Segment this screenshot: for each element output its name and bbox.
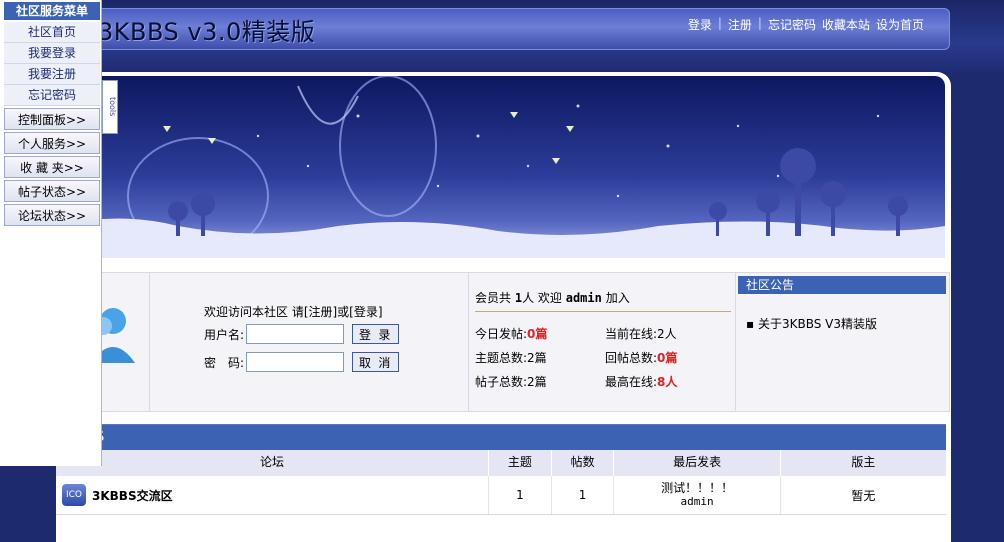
nav-bookmark-link[interactable]: 收藏本站 [822, 16, 870, 33]
online-value: 2人 [657, 327, 677, 341]
last-post-user-link[interactable]: admin [681, 495, 714, 509]
notice-item-label: 关于3KBBS V3精装版 [757, 317, 877, 331]
forum-name-cell: ICO 3KBBS交流区 [56, 476, 490, 514]
nav-separator: | [757, 16, 762, 30]
site-title: 3KBBS v3.0精装版 [98, 18, 316, 46]
forum-section-header: S [56, 424, 946, 451]
posts-label: 帖子总数: [475, 375, 528, 389]
nav-login-link[interactable]: 登录 [688, 16, 712, 33]
username-label: 用户名: [204, 327, 245, 342]
replies-value: 0篇 [657, 351, 678, 365]
stats-panel: 会员共 1人 欢迎 admin 加入 今日发帖:0篇 当前在线:2人 主题总数:… [469, 273, 736, 411]
topics-stat: 主题总数:2篇 [475, 349, 547, 366]
today-posts-label: 今日发帖: [475, 327, 528, 341]
members-prefix: 会员共 [475, 291, 512, 305]
replies-label: 回帖总数: [605, 351, 658, 365]
notice-panel: 社区公告 ▪ 关于3KBBS V3精装版 [736, 273, 948, 411]
newest-member[interactable]: admin [566, 291, 602, 305]
nav-forgot-password-link[interactable]: 忘记密码 [768, 16, 816, 33]
nav-separator: | [717, 16, 722, 30]
column-posts: 帖数 [552, 450, 615, 476]
nav-register-link[interactable]: 注册 [728, 16, 752, 33]
forum-name-link[interactable]: 3KBBS交流区 [92, 487, 173, 504]
menu-section-personal-services[interactable]: 个人服务>> [4, 132, 100, 154]
today-posts-value: 0篇 [527, 327, 548, 341]
members-summary: 会员共 1人 欢迎 admin 加入 [475, 289, 630, 306]
topics-label: 主题总数: [475, 351, 528, 365]
column-forum: 论坛 [56, 450, 490, 476]
column-last-post: 最后发表 [614, 450, 781, 476]
max-online-label: 最高在线: [605, 375, 658, 389]
username-row: 用户名: 登 录 [204, 324, 400, 344]
members-mid: 人 欢迎 [522, 291, 562, 305]
login-button[interactable]: 登 录 [352, 324, 400, 344]
last-post-cell: 测试！！！！ admin [614, 476, 781, 514]
forum-table-header: 论坛 主题 帖数 最后发表 版主 [56, 450, 946, 477]
side-service-menu: 社区服务菜单 社区首页 我要登录 我要注册 忘记密码 控制面板>> 个人服务>>… [0, 0, 102, 466]
notice-title: 社区公告 [738, 276, 946, 294]
top-nav: 登录 | 注册 | 忘记密码 收藏本站 设为首页 [688, 16, 924, 33]
info-bar: 欢迎访问本社区 请[注册]或[登录] 用户名: 登 录 密 码: 取 消 会员共… [56, 272, 950, 412]
column-moderator: 版主 [851, 455, 876, 469]
login-panel: 欢迎访问本社区 请[注册]或[登录] 用户名: 登 录 密 码: 取 消 [150, 273, 469, 411]
column-topics: 主题 [489, 450, 552, 476]
banner-image [58, 76, 945, 258]
banner-artwork [58, 76, 945, 258]
last-post-title-link[interactable]: 测试！！！！ [661, 481, 733, 495]
topics-value: 2篇 [527, 351, 547, 365]
online-stat: 当前在线:2人 [605, 325, 677, 342]
cancel-button[interactable]: 取 消 [352, 352, 400, 372]
menu-section-control-panel[interactable]: 控制面板>> [4, 108, 100, 130]
menu-section-forum-status[interactable]: 论坛状态>> [4, 204, 100, 226]
max-online-stat: 最高在线:8人 [605, 373, 677, 390]
online-label: 当前在线: [605, 327, 658, 341]
posts-value: 2篇 [527, 375, 547, 389]
posts-cell: 1 [552, 476, 615, 514]
stats-divider [475, 311, 731, 312]
menu-section-favorites[interactable]: 收 藏 夹>> [4, 156, 100, 178]
members-count: 1 [514, 291, 523, 305]
replies-stat: 回帖总数:0篇 [605, 349, 677, 366]
nav-set-homepage-link[interactable]: 设为首页 [876, 16, 924, 33]
menu-link-register[interactable]: 我要注册 [4, 64, 100, 85]
notice-item[interactable]: ▪ 关于3KBBS V3精装版 [746, 315, 877, 332]
menu-link-login[interactable]: 我要登录 [4, 43, 100, 64]
password-input[interactable] [246, 352, 344, 372]
members-suffix: 加入 [605, 291, 630, 305]
today-posts-stat: 今日发帖:0篇 [475, 325, 547, 342]
username-input[interactable] [246, 324, 344, 344]
password-label: 密 码: [204, 355, 245, 370]
welcome-text: 欢迎访问本社区 请[注册]或[登录] [204, 305, 383, 319]
password-row: 密 码: 取 消 [204, 352, 400, 372]
tools-tab[interactable]: tools [102, 80, 118, 134]
max-online-value: 8人 [657, 375, 678, 389]
top-header: 3KBBS v3.0精装版 登录 | 注册 | 忘记密码 收藏本站 设为首页 [0, 0, 1004, 72]
menu-link-forgot-password[interactable]: 忘记密码 [4, 85, 100, 106]
side-menu-title: 社区服务菜单 [4, 2, 100, 20]
menu-section-post-status[interactable]: 帖子状态>> [4, 180, 100, 202]
table-row: ICO 3KBBS交流区 1 1 测试！！！！ admin 暂无 [56, 476, 946, 515]
menu-link-home[interactable]: 社区首页 [4, 22, 100, 43]
moderator-cell: 暂无 [851, 488, 876, 503]
topics-cell: 1 [489, 476, 552, 514]
forum-icon: ICO [62, 484, 86, 506]
posts-stat: 帖子总数:2篇 [475, 373, 547, 390]
